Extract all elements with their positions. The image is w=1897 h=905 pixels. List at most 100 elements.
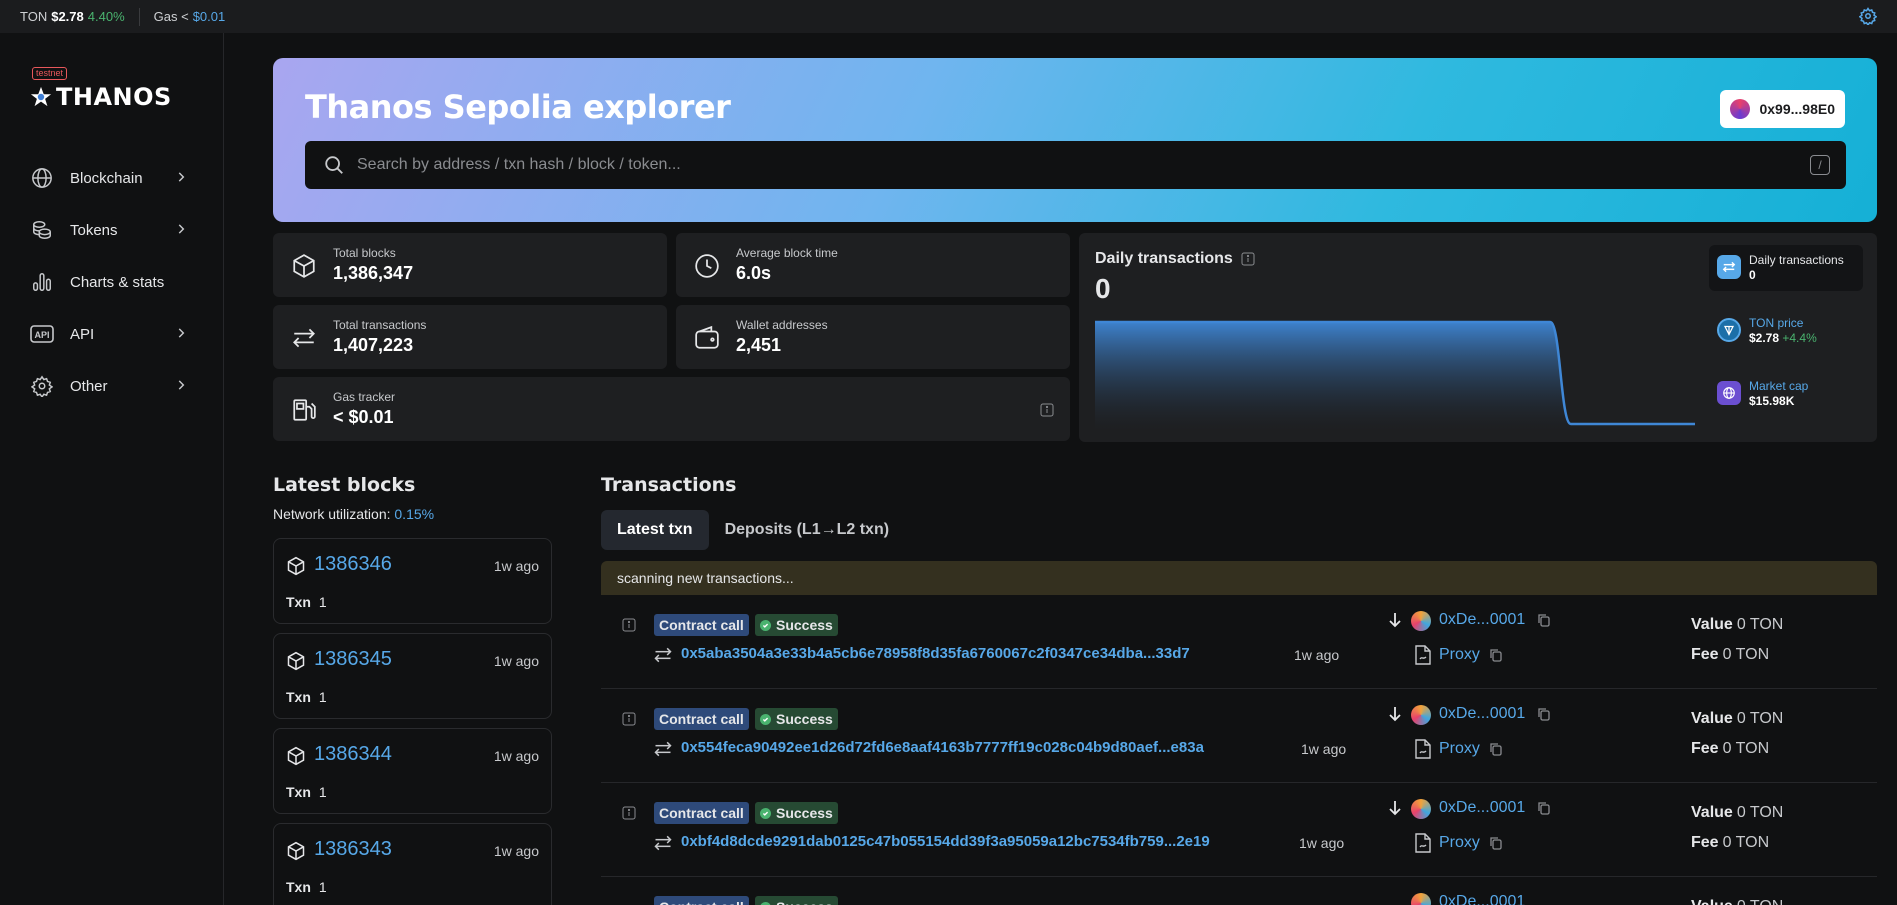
from-address-link[interactable]: 0xDe...0001 xyxy=(1439,893,1525,905)
check-icon xyxy=(760,807,771,819)
sidebar-item-other[interactable]: Other xyxy=(0,360,224,412)
to-contract-link[interactable]: Proxy xyxy=(1439,646,1480,664)
status-badge: Success xyxy=(755,802,838,824)
fee-amount: 0 TON xyxy=(1722,834,1770,851)
mini-label: TON price xyxy=(1749,316,1804,330)
sidebar-item-blockchain[interactable]: Blockchain xyxy=(0,152,224,204)
value-label: Value xyxy=(1691,804,1733,821)
value-label: Value xyxy=(1691,616,1733,633)
logo-text: THANOS xyxy=(56,83,172,111)
chart-title: Daily transactions xyxy=(1095,250,1255,268)
txn-label: Txn xyxy=(286,689,311,705)
mini-change: +4.4% xyxy=(1782,331,1817,345)
copy-icon[interactable] xyxy=(1537,707,1551,721)
copy-icon[interactable] xyxy=(1537,801,1551,815)
tab-latest-txn[interactable]: Latest txn xyxy=(601,510,709,550)
cube-icon xyxy=(287,651,305,671)
copy-icon[interactable] xyxy=(1489,742,1503,756)
tx-fee: Fee 0 TON xyxy=(1691,740,1769,758)
avatar xyxy=(1411,705,1431,725)
copy-icon[interactable] xyxy=(1489,836,1503,850)
search-icon xyxy=(325,156,343,174)
block-number-link[interactable]: 1386344 xyxy=(314,743,392,766)
stat-average-block-time: Average block time 6.0s xyxy=(676,233,1070,297)
globe-icon xyxy=(30,166,54,190)
info-icon[interactable] xyxy=(1241,252,1255,266)
stat-value: 6.0s xyxy=(736,263,772,283)
chevron-right-icon xyxy=(178,380,185,390)
stat-label: Total blocks xyxy=(333,246,396,260)
block-number-link[interactable]: 1386345 xyxy=(314,648,392,671)
info-icon[interactable] xyxy=(622,712,636,726)
sidebar-item-api[interactable]: API API xyxy=(0,308,224,360)
tx-value: Value 0 TON xyxy=(1691,898,1783,905)
value-label: Value xyxy=(1691,898,1733,905)
sidebar-item-charts[interactable]: Charts & stats xyxy=(0,256,224,308)
tab-deposits[interactable]: Deposits (L1→L2 txn) xyxy=(709,510,905,550)
status-text: Success xyxy=(776,899,833,905)
txn-count: 1 xyxy=(318,689,327,705)
fee-amount: 0 TON xyxy=(1722,646,1770,663)
transfer-icon xyxy=(654,835,672,851)
stat-gas-tracker: Gas tracker < $0.01 xyxy=(273,377,1070,441)
table-row: Contract call Success 0x5aba3504a3e33b4a… xyxy=(601,595,1877,689)
tx-hash-link[interactable]: 0x554feca90492ee1d26d72fd6e8aaf4163b7777… xyxy=(681,739,1204,756)
hero-banner: Thanos Sepolia explorer 0x99...98E0 / xyxy=(273,58,1877,222)
info-icon[interactable] xyxy=(622,806,636,820)
to-contract-link[interactable]: Proxy xyxy=(1439,740,1480,758)
sidebar-item-tokens[interactable]: Tokens xyxy=(0,204,224,256)
block-card: 1386344 1w ago Txn 1 xyxy=(273,728,552,814)
from-address-link[interactable]: 0xDe...0001 xyxy=(1439,611,1525,629)
contract-icon xyxy=(1415,645,1431,665)
copy-icon[interactable] xyxy=(1537,613,1551,627)
mini-daily-transactions[interactable]: Daily transactions 0 xyxy=(1709,245,1863,291)
mini-market-cap[interactable]: Market cap $15.98K xyxy=(1709,371,1863,417)
fee-amount: 0 TON xyxy=(1722,740,1770,757)
info-icon[interactable] xyxy=(1040,403,1054,417)
ton-price: $2.78 xyxy=(51,9,84,24)
clock-icon xyxy=(695,254,719,278)
ton-change: 4.40% xyxy=(87,9,125,24)
tx-age: 1w ago xyxy=(1301,741,1347,757)
tx-hash-link[interactable]: 0xbf4d8dcde9291dab0125c47b055154dd39f3a9… xyxy=(681,833,1210,850)
value-amount: 0 TON xyxy=(1736,616,1784,633)
from-address-link[interactable]: 0xDe...0001 xyxy=(1439,705,1525,723)
gear-icon[interactable] xyxy=(1859,7,1877,25)
avatar xyxy=(1411,893,1431,905)
sidebar-item-label: API xyxy=(70,325,95,343)
mini-ton-price[interactable]: TON price $2.78 +4.4% xyxy=(1709,308,1863,354)
txn-label: Txn xyxy=(286,879,311,895)
gas-pump-icon xyxy=(293,399,316,421)
chart-area xyxy=(1095,322,1695,430)
daily-transactions-value: 0 xyxy=(1095,273,1111,304)
stat-total-blocks: Total blocks 1,386,347 xyxy=(273,233,667,297)
status-text: Success xyxy=(776,805,833,821)
to-contract-link[interactable]: Proxy xyxy=(1439,834,1480,852)
divider xyxy=(138,7,140,26)
contract-icon xyxy=(1415,833,1431,853)
sidebar-item-label: Tokens xyxy=(70,221,118,239)
block-card: 1386346 1w ago Txn 1 xyxy=(273,538,552,624)
copy-icon[interactable] xyxy=(1489,648,1503,662)
mini-value: $15.98K xyxy=(1749,394,1795,408)
from-address-link[interactable]: 0xDe...0001 xyxy=(1439,799,1525,817)
fee-label: Fee xyxy=(1691,646,1719,663)
tx-type-tag: Contract call xyxy=(654,708,749,730)
status-badge: Success xyxy=(755,614,838,636)
search-input[interactable] xyxy=(357,156,1810,174)
block-number-link[interactable]: 1386346 xyxy=(314,553,392,576)
avatar xyxy=(1411,611,1431,631)
transfer-icon xyxy=(654,741,672,757)
fee-label: Fee xyxy=(1691,834,1719,851)
stat-label: Gas tracker xyxy=(333,390,396,404)
search-bar: / xyxy=(305,141,1846,189)
block-number-link[interactable]: 1386343 xyxy=(314,838,392,861)
txn-count: 1 xyxy=(318,594,327,610)
wallet-button[interactable]: 0x99...98E0 xyxy=(1720,90,1845,128)
avatar xyxy=(1730,99,1751,119)
info-icon[interactable] xyxy=(622,618,636,632)
ton-coin-icon xyxy=(1717,318,1741,342)
block-txn: Txn 1 xyxy=(286,879,327,895)
block-card: 1386345 1w ago Txn 1 xyxy=(273,633,552,719)
tx-hash-link[interactable]: 0x5aba3504a3e33b4a5cb6e78958f8d35fa67600… xyxy=(681,645,1190,662)
